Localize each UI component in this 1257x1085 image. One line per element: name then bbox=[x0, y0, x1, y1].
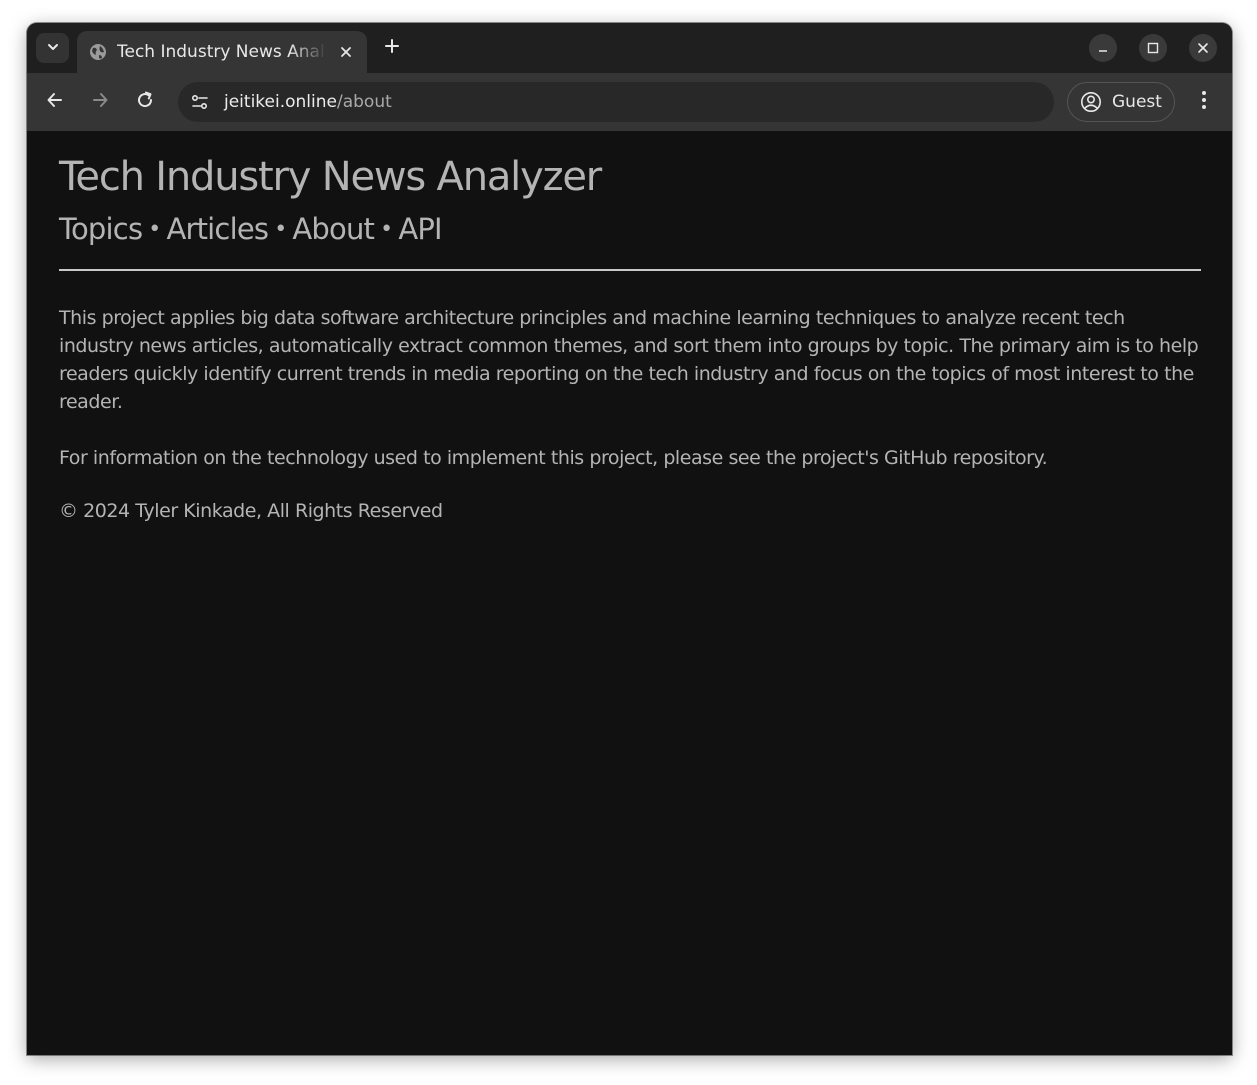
page-title: Tech Industry News Analyzer bbox=[59, 154, 602, 200]
close-icon[interactable] bbox=[336, 42, 356, 62]
nav-separator: • bbox=[274, 217, 287, 242]
browser-menu-button[interactable] bbox=[1189, 87, 1219, 117]
back-button[interactable] bbox=[40, 87, 70, 117]
copyright-text: © 2024 Tyler Kinkade, All Rights Reserve… bbox=[59, 500, 443, 522]
url-text[interactable]: jeitikei.online/about bbox=[224, 91, 392, 113]
page-content: Tech Industry News Analyzer Topics • Artic… bbox=[27, 131, 1232, 1055]
reload-button[interactable] bbox=[130, 87, 160, 117]
arrow-left-icon bbox=[45, 90, 65, 114]
maximize-icon bbox=[1147, 39, 1159, 58]
new-tab-button[interactable] bbox=[379, 35, 405, 61]
nav-separator: • bbox=[148, 217, 161, 242]
browser-toolbar: jeitikei.online/about Guest bbox=[27, 73, 1232, 131]
address-bar[interactable]: jeitikei.online/about bbox=[178, 82, 1054, 122]
tab-active[interactable]: Tech Industry News Analyzer bbox=[77, 31, 367, 73]
globe-icon bbox=[89, 43, 107, 61]
arrow-right-icon bbox=[90, 90, 110, 114]
url-path: /about bbox=[336, 92, 392, 112]
browser-window: Tech Industry News Analyzer bbox=[27, 23, 1232, 1055]
more-vertical-icon bbox=[1201, 90, 1207, 114]
site-info-icon[interactable] bbox=[186, 89, 214, 115]
window-close-button[interactable] bbox=[1189, 34, 1217, 62]
close-icon bbox=[1197, 39, 1209, 58]
nav-link-about[interactable]: About bbox=[292, 212, 375, 246]
forward-button[interactable] bbox=[85, 87, 115, 117]
account-circle-icon bbox=[1080, 91, 1102, 113]
chevron-down-icon bbox=[46, 39, 60, 58]
nav-link-api[interactable]: API bbox=[398, 212, 442, 246]
maximize-button[interactable] bbox=[1139, 34, 1167, 62]
url-host: jeitikei.online bbox=[224, 92, 337, 112]
profile-label: Guest bbox=[1112, 92, 1162, 112]
nav-separator: • bbox=[380, 217, 393, 242]
header-divider bbox=[59, 269, 1201, 271]
reload-icon bbox=[135, 90, 155, 114]
tab-strip: Tech Industry News Analyzer bbox=[27, 23, 1232, 73]
minimize-icon bbox=[1097, 39, 1109, 58]
tab-search-button[interactable] bbox=[36, 33, 69, 63]
plus-icon bbox=[384, 38, 400, 58]
minimize-button[interactable] bbox=[1089, 34, 1117, 62]
profile-button[interactable]: Guest bbox=[1067, 82, 1175, 122]
nav-link-topics[interactable]: Topics bbox=[59, 212, 143, 246]
nav-link-articles[interactable]: Articles bbox=[166, 212, 269, 246]
about-paragraph: This project applies big data software a… bbox=[59, 307, 1199, 413]
tab-title: Tech Industry News Analyzer bbox=[117, 42, 327, 62]
site-nav: Topics • Articles • About • API bbox=[59, 209, 443, 253]
github-paragraph: For information on the technology used t… bbox=[59, 447, 1048, 469]
